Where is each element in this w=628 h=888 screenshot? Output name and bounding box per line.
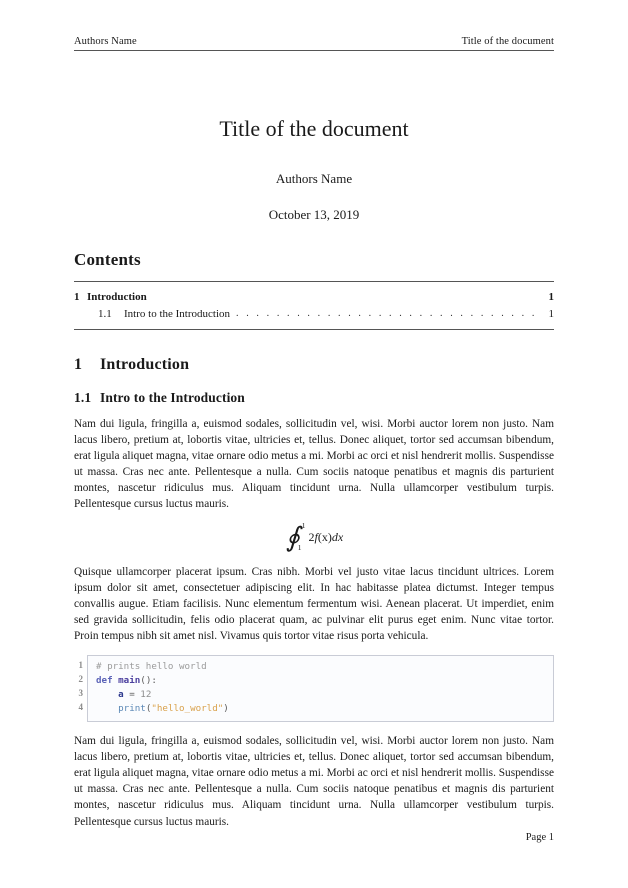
toc-dot-leader: . . . . . . . . . . . . . . . . . . . . … [236,307,538,319]
display-equation: ∮ 1 1 2f(x)dx [74,521,554,553]
toc-entry-number: 1.1 [98,307,112,320]
code-token-string: "hello_world" [151,703,224,715]
document-body: 1 Introduction 1.1 Intro to the Introducti… [74,356,554,830]
code-line: print("hello_world") [96,702,547,716]
equation-inner: ∮ 1 1 2f(x)dx [285,521,344,553]
section-number: 1 [74,356,83,373]
toc-entry-page: 1 [548,307,555,320]
table-of-contents: Contents 1 Introduction 1 1.1 Intro to t… [74,250,554,330]
toc-entries: 1 Introduction 1 1.1 Intro to the Introd… [74,282,554,329]
equation-argument: (x) [317,530,332,545]
code-token-punctuation: (): [140,675,157,687]
code-token-builtin: print [118,703,146,715]
code-line-number: 4 [78,702,84,713]
code-token-number: 12 [140,689,152,701]
toc-entry-introduction[interactable]: 1 Introduction 1 [74,290,554,306]
document-title: Title of the document [219,116,409,141]
subsection-number: 1.1 [74,390,92,405]
equation-differential: dx [331,530,344,545]
code-token-keyword: def [96,675,119,687]
subsection-title: Intro to the Introduction [100,390,245,405]
contents-heading: Contents [74,250,141,269]
code-line-numbers: 1 2 3 4 [74,655,87,722]
subsection-heading: 1.1 Intro to the Introduction [74,390,554,406]
paragraph-3: Nam dui ligula, fringilla a, euismod sod… [74,735,554,828]
code-token-function-name: main [118,675,141,687]
code-line: a = 12 [96,688,547,702]
equation-expression: 2f(x)dx [309,530,344,545]
equation-lower-limit: 1 [297,543,302,553]
code-token-paren-close: ) [223,703,229,715]
toc-entry-intro-to-the-introduction[interactable]: 1.1 Intro to the Introduction . . . . . … [74,307,554,323]
equation-upper-limit: 1 [301,521,306,531]
header-title: Title of the document [461,36,554,47]
code-line-number: 1 [78,660,84,671]
code-token-indent [96,689,118,700]
code-token-operator: = [123,689,141,701]
page-footer: Page 1 [74,832,554,843]
section-title: Introduction [100,356,190,373]
section-heading: 1 Introduction [74,356,554,374]
code-listing: 1 2 3 4 # prints hello world def main():… [74,655,554,723]
code-token-comment: # prints hello world [96,661,207,673]
code-token-indent [96,703,118,714]
paragraph-2: Quisque ullamcorper placerat ipsum. Cras… [74,566,554,643]
toc-rule-bottom [74,328,554,330]
code-line: # prints hello world [96,660,547,674]
code-listing-box: # prints hello world def main(): a = 12 … [87,655,554,723]
document-date: October 13, 2019 [268,206,360,222]
page-number-label: Page 1 [525,832,554,843]
page-header: Authors Name Title of the document [74,36,554,51]
code-line-number: 2 [78,674,84,685]
paragraph-1: Nam dui ligula, fringilla a, euismod sod… [74,418,554,511]
document-author: Authors Name [275,170,353,186]
code-line: def main(): [96,674,547,688]
toc-entry-label: Introduction [87,291,147,303]
title-block: Title of the document Authors Name Octob… [74,115,554,223]
document-page: Authors Name Title of the document Title… [0,0,628,888]
header-author: Authors Name [74,36,137,47]
toc-entry-page: 1 [548,291,555,303]
toc-entry-number: 1 [74,291,80,303]
toc-entry-label: Intro to the Introduction [124,307,231,320]
code-line-number: 3 [78,688,84,699]
